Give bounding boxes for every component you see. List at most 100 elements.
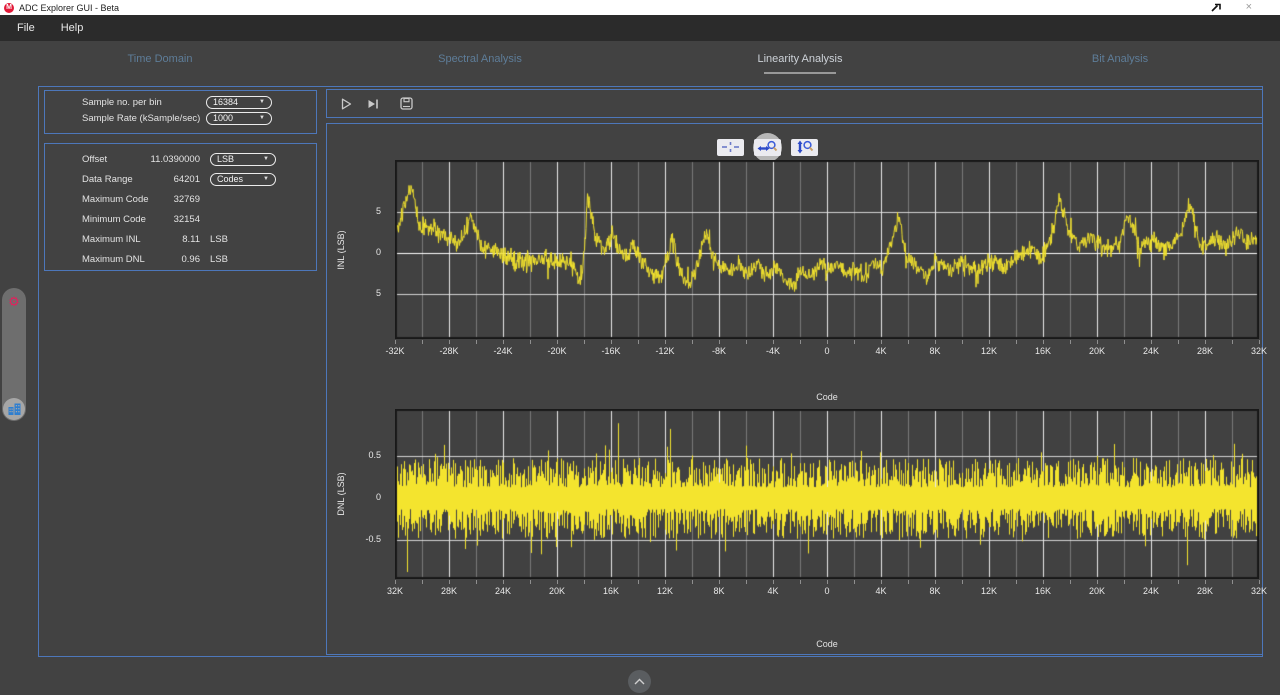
linearity-stats-box: Offset 11.0390000 LSB ▼ Data Range 64201… <box>44 143 317 271</box>
x-tick-label: -16K <box>594 346 628 356</box>
expand-bottom-panel-button[interactable] <box>628 670 651 693</box>
maximum-dnl-unit: LSB <box>210 254 280 265</box>
inl-y-axis-label: INL (LSB) <box>336 230 346 269</box>
x-tick-label: -32K <box>378 346 412 356</box>
titlebar: M ADC Explorer GUI - Beta × <box>0 0 1280 15</box>
buildings-icon <box>8 403 21 415</box>
x-tick-label: 32K <box>378 586 412 596</box>
y-tick-label: 5 <box>347 206 381 216</box>
x-tick-label: 32K <box>1242 346 1276 356</box>
tab-time-domain[interactable]: Time Domain <box>0 41 320 85</box>
x-tick-label: -28K <box>432 346 466 356</box>
menubar: File Help <box>0 15 1280 41</box>
vertical-zoom-button[interactable] <box>791 139 818 156</box>
maximum-inl-value: 8.11 <box>146 234 200 245</box>
y-tick-label: 5 <box>347 288 381 298</box>
sample-no-label: Sample no. per bin <box>82 97 162 108</box>
chevron-up-icon <box>634 678 645 685</box>
data-range-row: Data Range 64201 Codes ▼ <box>45 169 316 189</box>
inl-y-ticks: 505 <box>353 160 389 410</box>
gear-icon[interactable]: ⚙ <box>8 295 20 308</box>
sample-no-value: 16384 <box>213 97 238 107</box>
minimum-code-label: Minimum Code <box>82 214 146 225</box>
dock-logo-circle[interactable] <box>3 398 25 420</box>
x-tick-label: 28K <box>1188 586 1222 596</box>
menu-file[interactable]: File <box>4 22 48 34</box>
linearity-content-panel: Sample no. per bin 16384 ▼ Sample Rate (… <box>38 86 1263 657</box>
sample-rate-dropdown[interactable]: 1000 ▼ <box>206 112 272 125</box>
x-tick-label: 24K <box>486 586 520 596</box>
x-tick-label: 4K <box>756 586 790 596</box>
maximum-dnl-row: Maximum DNL 0.96 LSB <box>45 249 316 269</box>
x-tick-label: 16K <box>1026 346 1060 356</box>
maximum-inl-unit: LSB <box>210 234 280 245</box>
x-tick-label: 8K <box>918 586 952 596</box>
tab-label: Time Domain <box>128 53 193 65</box>
tab-linearity-analysis[interactable]: Linearity Analysis <box>640 41 960 85</box>
zoom-toolbar <box>717 132 818 162</box>
maximum-inl-row: Maximum INL 8.11 LSB <box>45 229 316 249</box>
x-tick-label: 4K <box>864 346 898 356</box>
side-dock-handle[interactable]: ⚙ <box>2 288 26 421</box>
x-tick-label: 16K <box>1026 586 1060 596</box>
offset-unit-value: LSB <box>217 154 234 164</box>
tabstrip: Time Domain Spectral Analysis Linearity … <box>0 41 1280 85</box>
x-tick-label: 28K <box>432 586 466 596</box>
y-tick-label: 0.5 <box>347 450 381 460</box>
sample-rate-value: 1000 <box>213 113 233 123</box>
data-range-unit-value: Codes <box>217 174 243 184</box>
dnl-x-tickmarks <box>395 580 1260 584</box>
y-tick-label: 0 <box>347 492 381 502</box>
x-tick-label: 28K <box>1188 346 1222 356</box>
x-tick-label: 24K <box>1134 346 1168 356</box>
chevron-down-icon: ▼ <box>263 176 269 182</box>
horizontal-zoom-selected-ring <box>753 133 782 162</box>
chevron-down-icon: ▼ <box>263 156 269 162</box>
save-button[interactable] <box>397 95 415 113</box>
dnl-plot-area[interactable] <box>395 409 1259 579</box>
x-tick-label: 12K <box>648 586 682 596</box>
dnl-y-axis-label: DNL (LSB) <box>336 472 346 515</box>
chevron-down-icon: ▼ <box>259 115 265 121</box>
sample-rate-label: Sample Rate (kSample/sec) <box>82 113 200 124</box>
chevron-down-icon: ▼ <box>259 99 265 105</box>
chart-toolbar <box>326 89 1263 118</box>
offset-row: Offset 11.0390000 LSB ▼ <box>45 149 316 169</box>
x-tick-label: 20K <box>1080 346 1114 356</box>
x-tick-label: 0 <box>810 586 844 596</box>
maximum-code-label: Maximum Code <box>82 194 146 205</box>
tab-bit-analysis[interactable]: Bit Analysis <box>960 41 1280 85</box>
inl-plot-area[interactable] <box>395 160 1259 339</box>
sampling-settings-box: Sample no. per bin 16384 ▼ Sample Rate (… <box>44 90 317 134</box>
minimum-code-row: Minimum Code 32154 <box>45 209 316 229</box>
x-tick-label: 4K <box>864 586 898 596</box>
charts-panel: INL (LSB) 505 -32K-28K-24K-20K-16K-12K-8… <box>326 123 1263 655</box>
tab-spectral-analysis[interactable]: Spectral Analysis <box>320 41 640 85</box>
region-zoom-button[interactable] <box>717 139 744 156</box>
inl-chart: INL (LSB) 505 -32K-28K-24K-20K-16K-12K-8… <box>327 160 1264 410</box>
close-button[interactable]: × <box>1246 2 1252 13</box>
sample-no-dropdown[interactable]: 16384 ▼ <box>206 96 272 109</box>
inl-x-tickmarks <box>395 340 1260 344</box>
tab-label: Spectral Analysis <box>438 53 522 65</box>
offset-unit-dropdown[interactable]: LSB ▼ <box>210 153 276 166</box>
offset-value: 11.0390000 <box>146 154 200 165</box>
tab-label: Bit Analysis <box>1092 53 1148 65</box>
app-logo-icon: M <box>4 3 14 13</box>
x-tick-label: -8K <box>702 346 736 356</box>
tab-label: Linearity Analysis <box>758 53 843 65</box>
inl-x-axis-label: Code <box>395 392 1259 402</box>
x-tick-label: -4K <box>756 346 790 356</box>
dnl-x-axis-label: Code <box>395 639 1259 649</box>
menu-help[interactable]: Help <box>48 22 97 34</box>
play-button[interactable] <box>337 95 355 113</box>
sample-no-row: Sample no. per bin 16384 ▼ <box>45 94 316 110</box>
data-range-unit-dropdown[interactable]: Codes ▼ <box>210 173 276 186</box>
step-forward-button[interactable] <box>364 95 382 113</box>
sample-rate-row: Sample Rate (kSample/sec) 1000 ▼ <box>45 110 316 126</box>
data-range-label: Data Range <box>82 174 146 185</box>
x-tick-label: 24K <box>1134 586 1168 596</box>
horizontal-zoom-button[interactable] <box>754 139 781 156</box>
x-tick-label: 32K <box>1242 586 1276 596</box>
offset-label: Offset <box>82 154 146 165</box>
